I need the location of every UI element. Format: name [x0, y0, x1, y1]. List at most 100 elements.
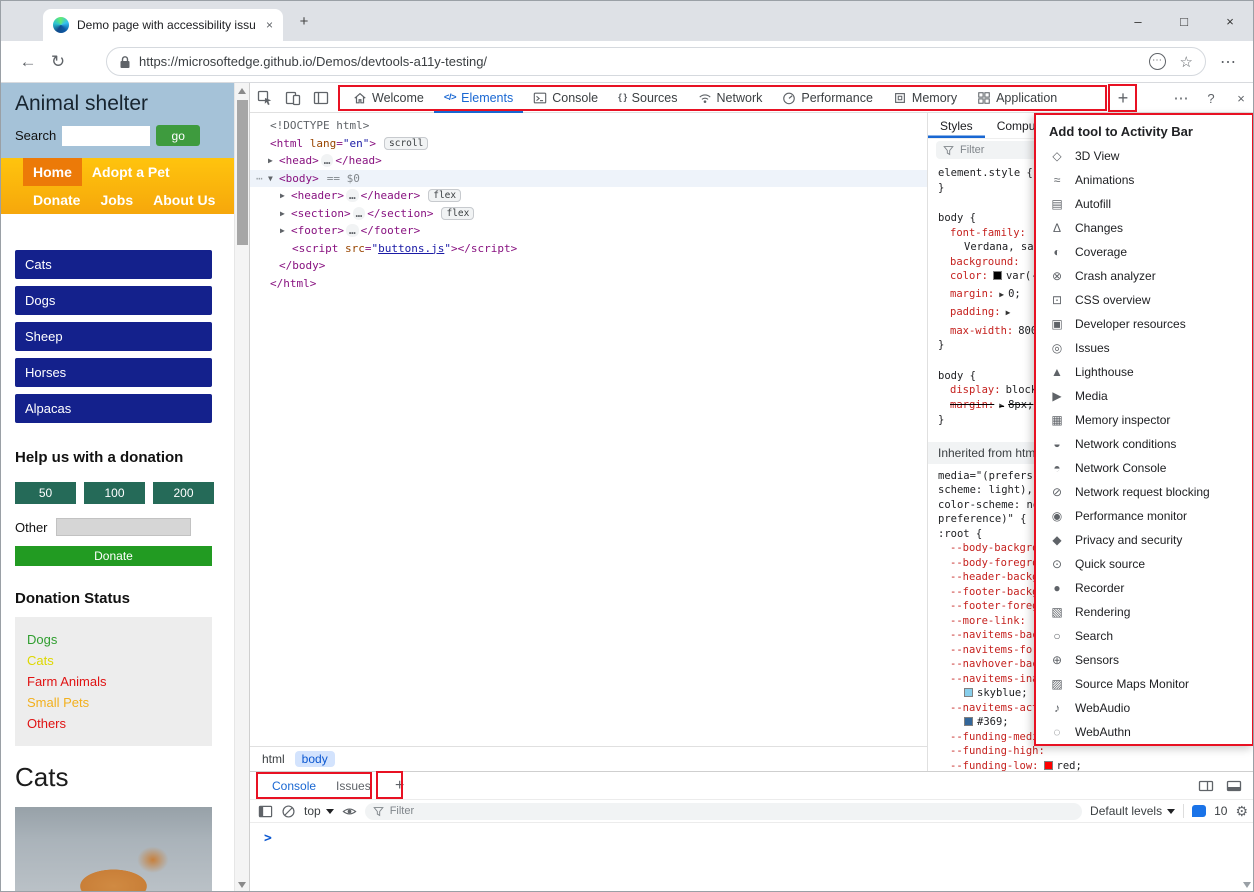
menu-item[interactable]: ⊘ Network request blocking [1036, 480, 1252, 504]
inspect-icon[interactable] [252, 85, 278, 111]
scroll-badge[interactable]: scroll [384, 136, 429, 150]
color-swatch[interactable] [964, 717, 973, 726]
tab-memory[interactable]: Memory [883, 83, 967, 113]
amount-button[interactable]: 200 [153, 482, 214, 504]
live-expression-eye-icon[interactable] [342, 804, 357, 819]
menu-item[interactable]: ● Recorder [1036, 576, 1252, 600]
nav-link[interactable]: About Us [143, 186, 225, 214]
tree-node-script[interactable]: <script src="buttons.js"></script> [250, 240, 927, 258]
category-button[interactable]: Dogs [15, 286, 212, 315]
context-selector[interactable]: top [304, 804, 334, 818]
amount-button[interactable]: 50 [15, 482, 76, 504]
color-swatch[interactable] [1043, 760, 1053, 770]
menu-item[interactable]: ⊗ Crash analyzer [1036, 264, 1252, 288]
refresh-button[interactable]: ↻ [43, 52, 73, 72]
messages-bubble-icon[interactable] [1192, 805, 1207, 817]
menu-item[interactable]: ▶ Media [1036, 384, 1252, 408]
script-source-link[interactable]: buttons.js [378, 242, 444, 255]
menu-item[interactable]: ◉ Performance monitor [1036, 504, 1252, 528]
expand-icon[interactable]: ▶ [268, 152, 279, 170]
menu-item[interactable]: ◓ Network Console [1036, 456, 1252, 480]
devtools-help-icon[interactable]: ? [1198, 83, 1224, 113]
tab-console-drawer[interactable]: Console [262, 772, 326, 800]
menu-item[interactable]: ♪ WebAudio [1036, 696, 1252, 720]
tab-application[interactable]: Application [967, 83, 1067, 113]
tab-styles[interactable]: Styles [928, 113, 985, 138]
new-tab-button[interactable]: + [295, 13, 313, 31]
inline-expand-icon[interactable]: … [345, 224, 359, 237]
expand-drawer-icon[interactable] [1226, 778, 1242, 794]
shorthand-expand-icon[interactable]: ▶ [1006, 308, 1011, 317]
device-emulation-icon[interactable] [280, 85, 306, 111]
tree-node-html[interactable]: <html lang="en"> scroll [250, 135, 927, 153]
clear-console-icon[interactable] [281, 804, 296, 819]
shorthand-expand-icon[interactable]: ▶ [999, 401, 1004, 410]
page-actions-icon[interactable]: ⋯ [1148, 53, 1166, 70]
tab-sources[interactable]: { } Sources [608, 83, 687, 113]
category-button[interactable]: Horses [15, 358, 212, 387]
menu-item[interactable]: ▨ Source Maps Monitor [1036, 672, 1252, 696]
collapse-icon[interactable]: ▼ [268, 170, 279, 188]
flex-badge[interactable]: flex [428, 189, 462, 202]
console-sidebar-icon[interactable] [258, 804, 273, 819]
scrollbar-thumb[interactable] [237, 100, 248, 245]
amount-button[interactable]: 100 [84, 482, 145, 504]
tab-network[interactable]: Network [688, 83, 773, 113]
menu-item[interactable]: ◎ Issues [1036, 336, 1252, 360]
back-button[interactable]: ← [13, 52, 43, 72]
category-button[interactable]: Sheep [15, 322, 212, 351]
scroll-up-icon[interactable] [238, 88, 246, 94]
tab-close-icon[interactable]: × [266, 18, 273, 32]
tab-issues[interactable]: Issues [326, 772, 381, 800]
breadcrumb-html[interactable]: html [262, 752, 285, 766]
expand-icon[interactable]: ▶ [280, 205, 291, 223]
menu-item[interactable]: ▤ Autofill [1036, 192, 1252, 216]
search-go-button[interactable]: go [156, 125, 201, 146]
focus-panel-icon[interactable] [308, 85, 334, 111]
menu-item[interactable]: ▦ Memory inspector [1036, 408, 1252, 432]
add-drawer-tool-button[interactable]: + [389, 777, 411, 795]
tree-node-section[interactable]: ▶ <section>… </section> flex [250, 205, 927, 223]
donate-button[interactable]: Donate [15, 546, 212, 566]
address-bar[interactable]: https://microsoftedge.github.io/Demos/de… [106, 47, 1206, 76]
menu-item[interactable]: ◇ 3D View [1036, 144, 1252, 168]
tree-node-html-close[interactable]: </html> [250, 275, 927, 293]
menu-item[interactable]: Δ Changes [1036, 216, 1252, 240]
browser-tab[interactable]: Demo page with accessibility issu × [43, 9, 283, 41]
menu-item[interactable]: ◒ Network conditions [1036, 432, 1252, 456]
add-tool-button[interactable]: + [1112, 86, 1134, 110]
tree-node-header[interactable]: ▶ <header>… </header> flex [250, 187, 927, 205]
minimize-button[interactable]: – [1115, 1, 1161, 41]
menu-item[interactable]: ⊡ CSS overview [1036, 288, 1252, 312]
page-scrollbar[interactable] [234, 83, 249, 891]
console-settings-gear-icon[interactable]: ⚙ [1235, 803, 1248, 820]
other-amount-input[interactable] [55, 518, 191, 536]
menu-item[interactable]: ▧ Rendering [1036, 600, 1252, 624]
tree-node-body[interactable]: ⋯ ▼ <body> == $0 [250, 169, 927, 188]
nav-link[interactable]: Home [23, 158, 82, 186]
expand-icon[interactable]: ▶ [280, 187, 291, 205]
color-swatch[interactable] [992, 271, 1002, 280]
close-button[interactable]: × [1207, 1, 1253, 41]
expand-icon[interactable]: ▶ [280, 222, 291, 240]
node-menu-icon[interactable]: ⋯ [256, 170, 268, 188]
devtools-more-icon[interactable]: ⋯ [1168, 83, 1194, 113]
style-declaration[interactable]: --funding-high: [938, 744, 1253, 759]
menu-item[interactable]: ◆ Privacy and security [1036, 528, 1252, 552]
menu-item[interactable]: ○ Search [1036, 624, 1252, 648]
tree-node-head[interactable]: ▶ <head>… </head> [250, 152, 927, 170]
scroll-down-icon[interactable] [1243, 882, 1251, 888]
menu-item[interactable]: ◌ WebAuthn [1036, 720, 1252, 744]
inline-expand-icon[interactable]: … [352, 206, 366, 220]
style-declaration[interactable]: --funding-low: red; [938, 759, 1253, 772]
shorthand-expand-icon[interactable]: ▶ [999, 290, 1004, 299]
console-filter-input[interactable]: Filter [364, 802, 1083, 820]
tab-welcome[interactable]: Welcome [343, 83, 434, 113]
menu-item[interactable]: ▲ Lighthouse [1036, 360, 1252, 384]
category-button[interactable]: Cats [15, 250, 212, 279]
inline-expand-icon[interactable]: … [345, 189, 359, 202]
tab-console[interactable]: Console [523, 83, 608, 113]
tree-node-body-close[interactable]: </body> [250, 257, 927, 275]
browser-menu-icon[interactable]: ⋯ [1213, 52, 1243, 72]
flex-badge[interactable]: flex [441, 206, 475, 220]
